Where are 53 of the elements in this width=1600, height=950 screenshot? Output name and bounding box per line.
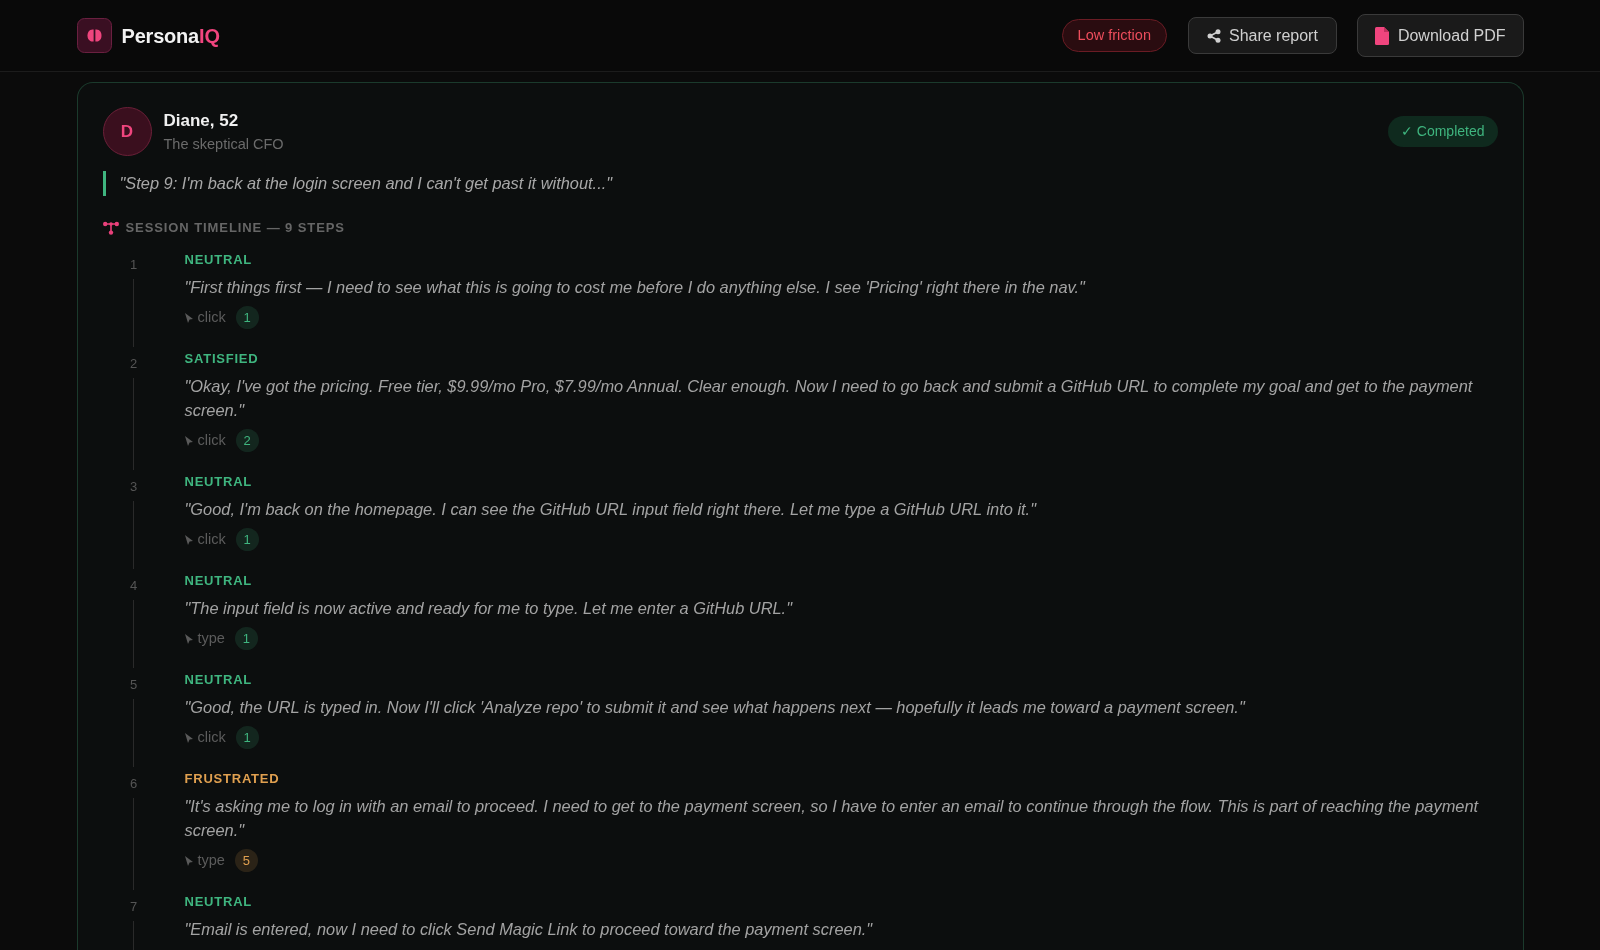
step-quote: "Good, I'm back on the homepage. I can see the GitHub URL input field right there. Let me type a GitHub URL into it." xyxy=(184,499,1038,520)
share-button[interactable]: Share report xyxy=(1187,17,1337,54)
mood-label: SATISFIED xyxy=(184,350,259,368)
action-label: type xyxy=(197,628,225,648)
step-number: 1 xyxy=(129,256,138,274)
cursor-icon xyxy=(184,732,193,743)
step-number: 7 xyxy=(129,898,138,916)
logo-icon xyxy=(76,18,112,53)
document-icon xyxy=(1374,26,1389,45)
action-count: 1 xyxy=(235,306,259,329)
cursor-icon xyxy=(184,633,193,644)
mood-label: NEUTRAL xyxy=(184,893,253,911)
step-quote: "Email is entered, now I need to click Send Magic Link to proceed toward the payment screen." xyxy=(184,919,874,940)
avatar: D xyxy=(102,107,152,156)
action-count: 2 xyxy=(235,429,259,452)
status-badge: ✓ Completed xyxy=(1387,116,1498,147)
mood-label: NEUTRAL xyxy=(184,671,253,689)
action-count: 1 xyxy=(234,627,258,650)
friction-badge: Low friction xyxy=(1061,19,1167,52)
mood-label: NEUTRAL xyxy=(184,572,253,590)
step-quote: "First things first — I need to see what this is going to cost me before I do anything else. I see 'Pricing' right there in the nav." xyxy=(184,277,1087,298)
hierarchy-icon xyxy=(102,221,119,235)
action-label: type xyxy=(197,850,225,870)
step-quote: "The input field is now active and ready for me to type. Let me enter a GitHub URL." xyxy=(184,598,794,619)
step-number: 4 xyxy=(129,577,138,595)
step-number: 6 xyxy=(129,775,138,793)
action-count: 5 xyxy=(234,849,258,872)
mood-label: NEUTRAL xyxy=(184,251,253,269)
step-quote: "Good, the URL is typed in. Now I'll click 'Analyze repo' to submit it and see what happens next — hopefully it leads me toward a payment screen." xyxy=(184,697,1247,718)
cursor-icon xyxy=(184,435,193,446)
persona-name: Diane, 52 xyxy=(163,109,240,132)
step-number: 5 xyxy=(129,676,138,694)
share-icon xyxy=(1206,28,1221,43)
persona-quote: "Step 9: I'm back at the login screen and I can't get past it without..." xyxy=(102,171,1498,196)
action-count: 1 xyxy=(235,726,259,749)
action-label: click xyxy=(197,307,226,327)
timeline-heading: SESSION TIMELINE — 9 STEPS xyxy=(125,220,345,236)
action-label: click xyxy=(197,430,226,450)
action-label: click xyxy=(197,727,226,747)
step-number: 3 xyxy=(129,478,138,496)
download-button[interactable]: Download PDF xyxy=(1356,14,1524,57)
cursor-icon xyxy=(184,855,193,866)
action-count: 1 xyxy=(235,528,259,551)
action-label: click xyxy=(197,529,226,549)
mood-label: NEUTRAL xyxy=(184,473,253,491)
mood-label: FRUSTRATED xyxy=(184,770,280,788)
cursor-icon xyxy=(184,312,193,323)
step-quote: "It's asking me to log in with an email to proceed. I need to get to the payment screen, so I have to enter an email to continue through the flow. This is part of reaching the payment screen." xyxy=(184,796,1480,841)
app-name: PersonaIQ xyxy=(121,23,220,49)
cursor-icon xyxy=(184,534,193,545)
persona-role: The skeptical CFO xyxy=(163,134,284,154)
step-number: 2 xyxy=(129,355,138,373)
step-quote: "Okay, I've got the pricing. Free tier, $9.99/mo Pro, $7.99/mo Annual. Clear enough. Now I need to go back and submit a GitHub URL to complete my goal and get to the payment screen." xyxy=(184,376,1474,421)
